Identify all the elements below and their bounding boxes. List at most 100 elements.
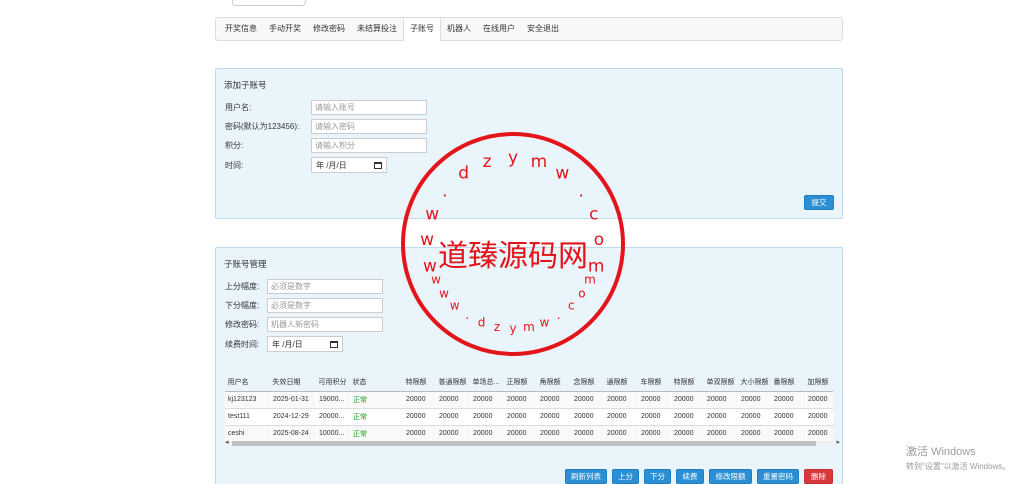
table-cell: 20000 xyxy=(403,408,437,426)
cell-status: 正常 xyxy=(350,391,404,409)
username-input[interactable]: 请输入账号 xyxy=(311,100,427,115)
down-amount-input[interactable]: 必须是数字 xyxy=(267,298,383,313)
up-amount-row: 上分幅度: 必须是数字 xyxy=(225,279,383,294)
table-cell: 20000 xyxy=(771,408,806,426)
panel-title: 添加子账号 xyxy=(224,80,267,90)
table-cell: 20000 xyxy=(436,408,471,426)
table-cell: 20000 xyxy=(470,391,505,409)
calendar-icon[interactable] xyxy=(374,161,382,169)
table-cell: 20000 xyxy=(537,391,572,409)
edit-limit-button[interactable]: 修改限额 xyxy=(709,469,752,484)
calendar-icon[interactable] xyxy=(330,340,338,348)
expire-date-input[interactable]: 年 /月/日 xyxy=(311,157,387,173)
column-header[interactable]: 大小限额 xyxy=(738,374,772,392)
nav-unsettled-bets[interactable]: 未结算投注 xyxy=(351,18,403,40)
nav-change-password[interactable]: 修改密码 xyxy=(307,18,351,40)
table-cell: 20000 xyxy=(604,391,639,409)
nav-online-users[interactable]: 在线用户 xyxy=(477,18,521,40)
cell-expire-date: 2025-01-31 xyxy=(270,391,317,409)
table-row[interactable]: test111 2024-12-29 20000... 正常 20000 200… xyxy=(225,408,833,426)
nav-sub-accounts[interactable]: 子账号 xyxy=(403,17,441,41)
column-header[interactable]: 特限额 xyxy=(403,374,437,392)
column-header[interactable]: 正限额 xyxy=(504,374,538,392)
robot-password-input[interactable]: 机器人新密码 xyxy=(267,317,383,332)
up-amount-input[interactable]: 必须是数字 xyxy=(267,279,383,294)
top-header-tab xyxy=(232,0,306,6)
table-row[interactable]: kj123123 2025-01-31 19000... 正常 20000 20… xyxy=(225,391,833,409)
robot-password-row: 修改密码: 机器人新密码 xyxy=(225,317,383,332)
table-horizontal-scrollbar[interactable]: ◂ ▸ xyxy=(225,439,840,447)
nav-robot[interactable]: 机器人 xyxy=(441,18,477,40)
table-cell: 20000 xyxy=(805,391,833,409)
renew-button[interactable]: 续费 xyxy=(676,469,704,484)
table-cell: 20000 xyxy=(504,391,538,409)
robot-password-label: 修改密码: xyxy=(225,320,260,329)
date-placeholder: 年 /月/日 xyxy=(316,160,347,170)
column-header[interactable]: 状态 xyxy=(350,374,404,392)
submit-button[interactable]: 提交 xyxy=(804,195,834,210)
password-label: 密码(默认为123456): xyxy=(225,122,300,131)
scroll-left-icon[interactable]: ◂ xyxy=(225,439,229,447)
scroll-right-icon[interactable]: ▸ xyxy=(836,439,840,447)
cell-username: test111 xyxy=(225,408,271,426)
username-label: 用户名: xyxy=(225,103,252,112)
up-amount-label: 上分幅度: xyxy=(225,282,260,291)
sub-account-table: 用户名 失效日期 可用积分 状态 特限额 普通限额 单场总... 正限额 角限额… xyxy=(225,374,833,443)
table-cell: 20000 xyxy=(638,408,672,426)
table-cell: 20000 xyxy=(771,391,806,409)
column-header[interactable]: 单双限额 xyxy=(704,374,739,392)
column-header[interactable]: 加限额 xyxy=(805,374,833,392)
cell-points: 19000... xyxy=(316,391,351,409)
table-cell: 20000 xyxy=(738,391,772,409)
nav-manual-draw[interactable]: 手动开奖 xyxy=(263,18,307,40)
column-header[interactable]: 角限额 xyxy=(537,374,572,392)
renew-time-label: 续费时间: xyxy=(225,339,260,349)
down-amount-row: 下分幅度: 必须是数字 xyxy=(225,298,383,313)
table-cell: 20000 xyxy=(470,408,505,426)
table-cell: 20000 xyxy=(436,391,471,409)
points-row: 积分: 请输入积分 xyxy=(225,138,427,153)
column-header[interactable]: 普通限额 xyxy=(436,374,471,392)
points-label: 积分: xyxy=(225,141,244,150)
table-cell: 20000 xyxy=(671,391,705,409)
table-cell: 20000 xyxy=(504,408,538,426)
scrollbar-thumb[interactable] xyxy=(232,441,816,446)
nav-logout[interactable]: 安全退出 xyxy=(521,18,565,40)
activation-hint: 转到"设置"以激活 Windows。 xyxy=(906,462,1011,471)
cell-expire-date: 2024-12-29 xyxy=(270,408,317,426)
table-cell: 20000 xyxy=(671,408,705,426)
column-header[interactable]: 单场总... xyxy=(470,374,505,392)
table-cell: 20000 xyxy=(738,408,772,426)
time-row: 时间: 年 /月/日 xyxy=(225,157,387,173)
delete-button[interactable]: 删除 xyxy=(804,469,833,484)
table-cell: 20000 xyxy=(571,408,605,426)
column-header[interactable]: 可用积分 xyxy=(316,374,351,392)
column-header[interactable]: 用户名 xyxy=(225,374,271,392)
table-cell: 20000 xyxy=(805,408,833,426)
column-header[interactable]: 通限额 xyxy=(604,374,639,392)
refresh-list-button[interactable]: 刷新列表 xyxy=(565,469,607,484)
cell-status: 正常 xyxy=(350,408,404,426)
add-points-button[interactable]: 上分 xyxy=(612,469,639,484)
nav-lottery-info[interactable]: 开奖信息 xyxy=(219,18,263,40)
down-amount-label: 下分幅度: xyxy=(225,301,260,310)
points-input[interactable]: 请输入积分 xyxy=(311,138,427,153)
column-header[interactable]: 失效日期 xyxy=(270,374,317,392)
reset-password-button[interactable]: 重置密码 xyxy=(757,469,799,484)
renew-date-input[interactable]: 年 /月/日 xyxy=(267,336,343,352)
sub-account-manage-panel: 子账号管理 上分幅度: 必须是数字 下分幅度: 必须是数字 修改密码: 机器人新… xyxy=(215,247,843,484)
windows-activation-watermark: 激活 Windows 转到"设置"以激活 Windows。 xyxy=(906,443,1010,472)
column-header[interactable]: 念限额 xyxy=(571,374,605,392)
top-navbar: 开奖信息 手动开奖 修改密码 未结算投注 子账号 机器人 在线用户 安全退出 xyxy=(215,17,843,41)
table-cell: 20000 xyxy=(537,408,572,426)
panel-title: 子账号管理 xyxy=(224,259,267,269)
column-header[interactable]: 特限额 xyxy=(671,374,705,392)
activation-title: 激活 Windows xyxy=(906,446,976,458)
password-input[interactable]: 请输入密码 xyxy=(311,119,427,134)
column-header[interactable]: 番限额 xyxy=(771,374,806,392)
table-cell: 20000 xyxy=(571,391,605,409)
column-header[interactable]: 车限额 xyxy=(638,374,672,392)
deduct-points-button[interactable]: 下分 xyxy=(644,469,671,484)
password-row: 密码(默认为123456): 请输入密码 xyxy=(225,119,427,134)
table-cell: 20000 xyxy=(604,408,639,426)
